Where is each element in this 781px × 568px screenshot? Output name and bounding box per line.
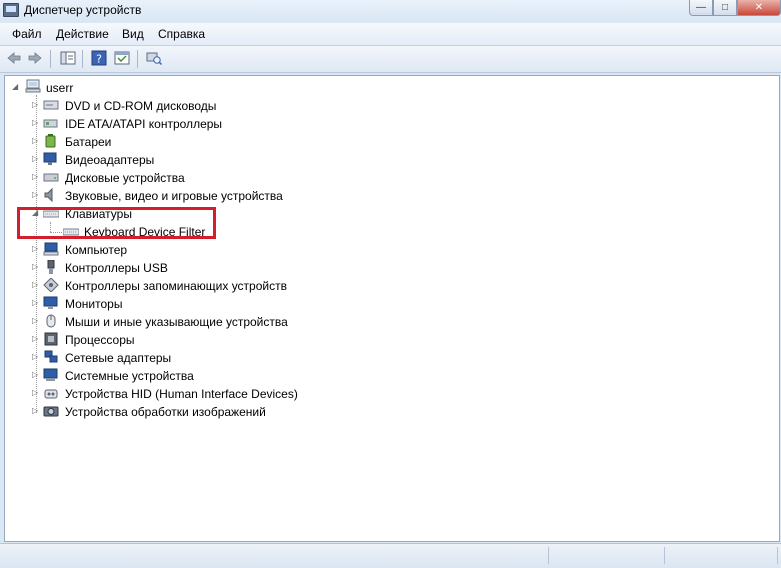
- menu-help[interactable]: Справка: [158, 27, 205, 41]
- menu-file[interactable]: Файл: [12, 27, 42, 41]
- category-label[interactable]: Контроллеры USB: [65, 261, 168, 275]
- network-adapter-icon: [44, 350, 58, 363]
- expand-arrow-icon[interactable]: ▷: [32, 316, 40, 326]
- processor-icon: [44, 332, 58, 346]
- title-bar: Диспетчер устройств — □ ✕: [0, 0, 781, 20]
- window-controls: — □ ✕: [689, 0, 781, 18]
- expand-arrow-icon[interactable]: ▷: [32, 352, 40, 362]
- dvd-drive-icon: [43, 100, 59, 110]
- category-label[interactable]: Процессоры: [65, 333, 135, 347]
- status-cell: [665, 547, 778, 564]
- computer-icon: [43, 242, 59, 256]
- disk-drive-icon: [43, 173, 59, 182]
- svg-text:?: ?: [96, 53, 102, 66]
- scan-hardware-icon[interactable]: [146, 50, 162, 66]
- close-button[interactable]: ✕: [737, 0, 781, 16]
- category-label[interactable]: Системные устройства: [65, 369, 194, 383]
- toolbar-separator: [82, 50, 83, 68]
- status-cell: [0, 547, 549, 564]
- expand-arrow-icon[interactable]: ▷: [32, 190, 40, 200]
- category-label[interactable]: Компьютер: [65, 243, 127, 257]
- expand-arrow-icon[interactable]: ▷: [32, 298, 40, 308]
- highlight-box: [17, 207, 216, 239]
- device-manager-icon: [3, 3, 19, 17]
- toolbar: ?: [0, 46, 781, 73]
- category-label[interactable]: Батареи: [65, 135, 111, 149]
- category-label[interactable]: Звуковые, видео и игровые устройства: [65, 189, 283, 203]
- expand-arrow-icon[interactable]: ▷: [32, 280, 40, 290]
- category-label[interactable]: Дисковые устройства: [65, 171, 185, 185]
- hid-icon: [44, 389, 58, 399]
- properties-icon[interactable]: [114, 50, 130, 66]
- toolbar-separator: [137, 50, 138, 68]
- expand-arrow-icon[interactable]: ▷: [32, 406, 40, 416]
- minimize-button[interactable]: —: [689, 0, 713, 16]
- mouse-icon: [46, 314, 56, 328]
- status-bar: [0, 543, 781, 568]
- show-hide-tree-icon[interactable]: [60, 50, 76, 66]
- monitor-icon: [43, 296, 58, 309]
- expand-arrow-icon[interactable]: ▷: [32, 100, 40, 110]
- back-icon[interactable]: [6, 50, 22, 66]
- category-label[interactable]: Мыши и иные указывающие устройства: [65, 315, 288, 329]
- ide-controller-icon: [43, 119, 58, 128]
- expand-arrow-icon[interactable]: ▷: [32, 172, 40, 182]
- system-devices-icon: [43, 368, 58, 381]
- menu-view[interactable]: Вид: [122, 27, 144, 41]
- imaging-devices-icon: [43, 406, 59, 417]
- maximize-button[interactable]: □: [713, 0, 737, 16]
- category-label[interactable]: DVD и CD-ROM дисководы: [65, 99, 216, 113]
- menu-action[interactable]: Действие: [56, 27, 109, 41]
- battery-icon: [45, 134, 56, 148]
- sound-icon: [44, 188, 53, 202]
- toolbar-separator: [50, 50, 51, 68]
- display-adapter-icon: [43, 152, 57, 165]
- status-cell: [549, 547, 665, 564]
- category-label[interactable]: IDE ATA/ATAPI контроллеры: [65, 117, 222, 131]
- expand-arrow-icon[interactable]: ▷: [32, 154, 40, 164]
- tree-root-label[interactable]: userr: [46, 81, 73, 95]
- expand-arrow-icon[interactable]: ▷: [32, 118, 40, 128]
- category-label[interactable]: Видеоадаптеры: [65, 153, 154, 167]
- menu-bar: Файл Действие Вид Справка: [0, 23, 781, 46]
- usb-icon: [47, 260, 55, 274]
- expand-arrow-icon[interactable]: ▷: [32, 334, 40, 344]
- window-title: Диспетчер устройств: [24, 3, 142, 17]
- storage-controller-icon: [43, 278, 59, 292]
- expand-arrow-icon[interactable]: ▷: [32, 262, 40, 272]
- expand-arrow-icon[interactable]: ▷: [32, 388, 40, 398]
- expand-arrow-icon[interactable]: ▷: [32, 136, 40, 146]
- forward-icon[interactable]: [27, 50, 43, 66]
- category-label[interactable]: Сетевые адаптеры: [65, 351, 171, 365]
- category-label[interactable]: Устройства обработки изображений: [65, 405, 266, 419]
- category-label[interactable]: Контроллеры запоминающих устройств: [65, 279, 287, 293]
- help-icon[interactable]: ?: [91, 50, 107, 66]
- computer-icon: [25, 79, 41, 93]
- expand-arrow-icon[interactable]: ▷: [32, 244, 40, 254]
- device-tree[interactable]: ◢ userr ▷ DVD и CD-ROM дисководы ▷ IDE A…: [4, 75, 780, 542]
- collapse-arrow-icon[interactable]: ◢: [12, 82, 20, 92]
- expand-arrow-icon[interactable]: ▷: [32, 370, 40, 380]
- category-label[interactable]: Мониторы: [65, 297, 122, 311]
- category-label[interactable]: Устройства HID (Human Interface Devices): [65, 387, 298, 401]
